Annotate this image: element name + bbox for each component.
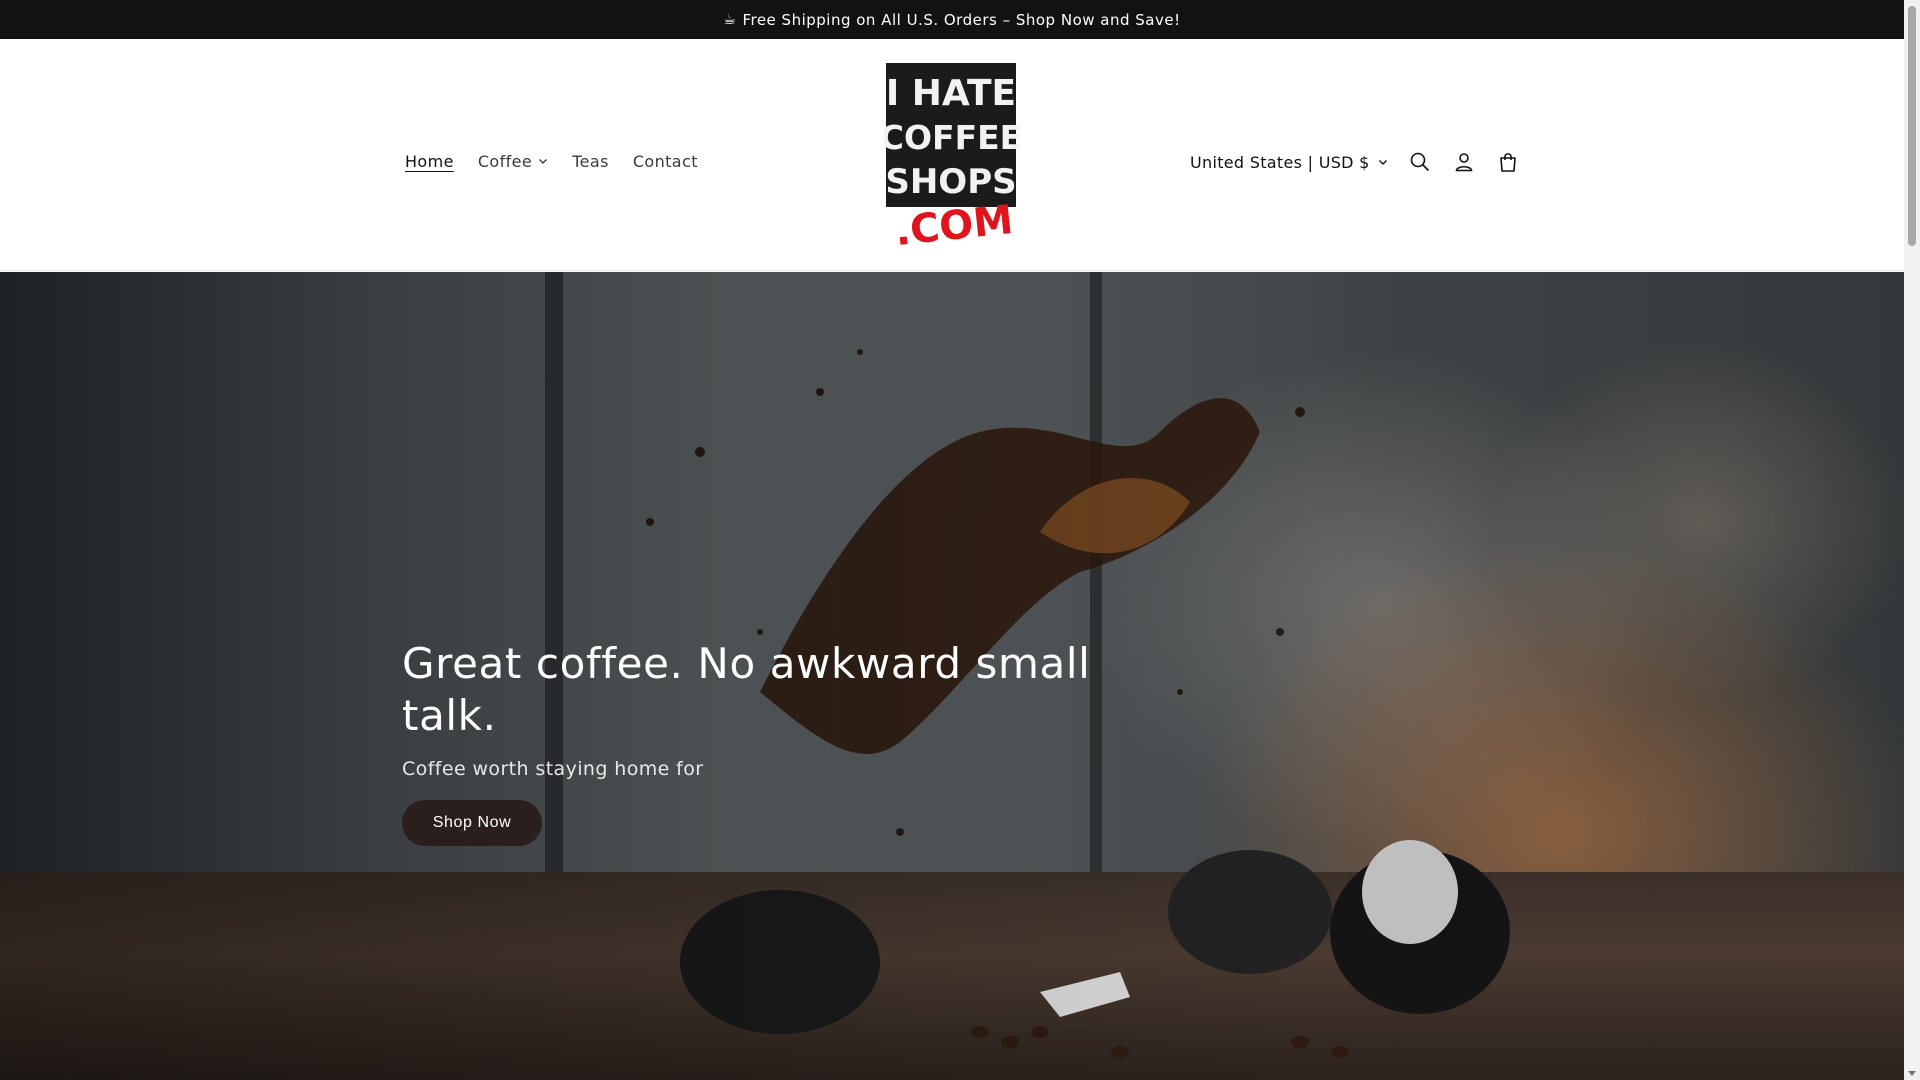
country-currency-selector[interactable]: United States | USD $	[1180, 142, 1398, 182]
header-utilities: United States | USD $	[1180, 142, 1530, 182]
cart-icon	[1499, 153, 1516, 172]
page: ☕ Free Shipping on All U.S. Orders – Sho…	[0, 0, 1920, 1080]
hero-subtitle: Coffee worth staying home for	[402, 758, 704, 780]
announcement-bar[interactable]: ☕ Free Shipping on All U.S. Orders – Sho…	[0, 0, 1904, 39]
chevron-down-icon	[1378, 160, 1387, 165]
nav-item-contact[interactable]: Contact	[621, 149, 710, 173]
search-button[interactable]	[1398, 140, 1442, 184]
logo-image: I HATE COFFEE SHOPS .COM	[880, 63, 1022, 255]
account-icon	[1455, 153, 1473, 172]
nav-item-coffee[interactable]: Coffee	[466, 149, 560, 173]
search-icon	[1410, 152, 1429, 172]
hero-banner: Great coffee. No awkward small talk. Cof…	[0, 272, 1904, 1080]
nav-item-label: Coffee	[477, 151, 533, 171]
site-header: Home Coffee Teas Contact I HATE COFFEE S…	[0, 39, 1904, 271]
nav-item-label: Teas	[572, 151, 609, 171]
nav-item-label: Home	[405, 151, 454, 171]
cart-button[interactable]	[1486, 140, 1530, 184]
site-logo[interactable]: I HATE COFFEE SHOPS .COM	[880, 61, 1022, 255]
hero-title: Great coffee. No awkward small talk.	[402, 639, 1091, 740]
shop-now-button[interactable]: Shop Now	[402, 800, 542, 846]
announcement-text: Free Shipping on All U.S. Orders – Shop …	[742, 10, 1181, 29]
nav-item-label: Contact	[632, 151, 698, 171]
logo-line-1: I HATE	[886, 73, 1016, 114]
locale-label: United States | USD $	[1190, 152, 1370, 172]
account-button[interactable]	[1442, 140, 1486, 184]
scroll-down-arrow-icon[interactable]	[1908, 1071, 1916, 1076]
nav-item-teas[interactable]: Teas	[560, 149, 621, 173]
main-nav: Home Coffee Teas Contact	[393, 149, 710, 253]
page-scrollbar[interactable]	[1904, 0, 1920, 1080]
coffee-cup-icon: ☕	[723, 11, 737, 28]
scrollbar-thumb[interactable]	[1908, 6, 1916, 246]
logo-line-3: SHOPS	[885, 162, 1016, 202]
chevron-down-icon	[539, 159, 548, 164]
hero-content: Great coffee. No awkward small talk. Cof…	[402, 638, 1102, 846]
logo-line-2: COFFEE	[884, 118, 1020, 157]
nav-item-home[interactable]: Home	[393, 149, 466, 173]
